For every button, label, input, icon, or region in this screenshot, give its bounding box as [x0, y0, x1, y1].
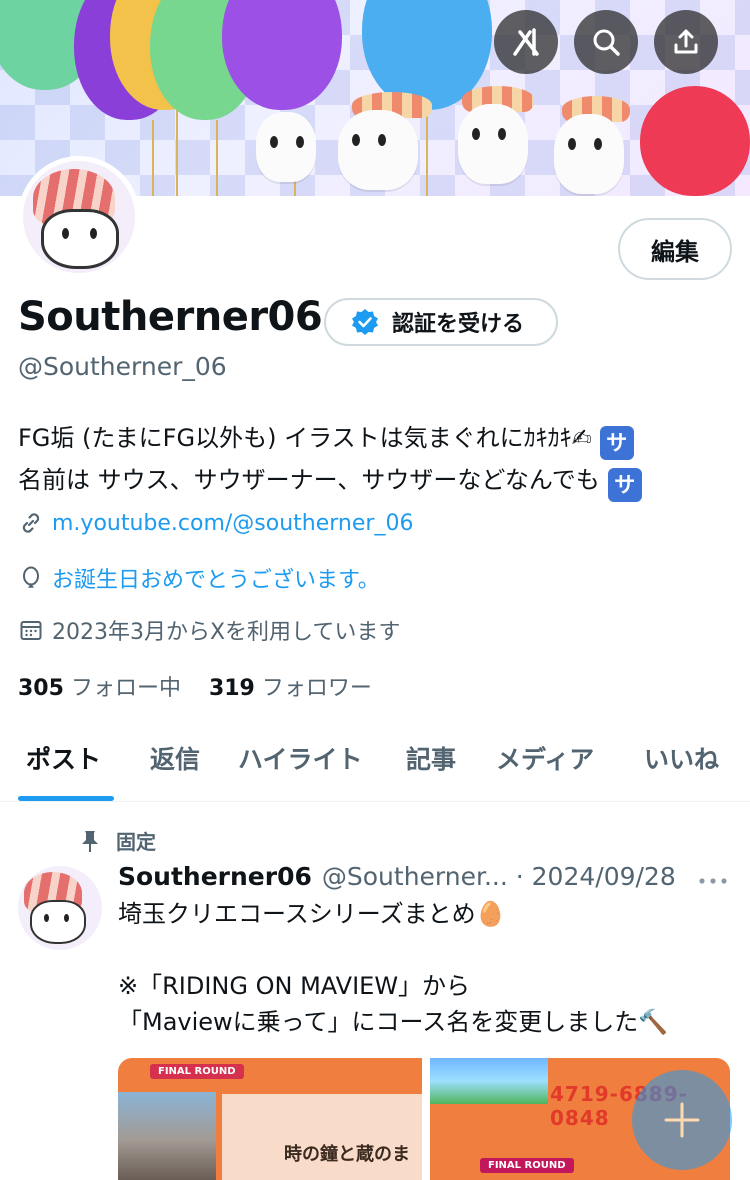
tab-posts[interactable]: ポスト: [26, 740, 101, 776]
tab-articles[interactable]: 記事: [406, 740, 456, 776]
avatar-face: [30, 900, 86, 944]
website-row: m.youtube.com/@southerner_06: [18, 510, 413, 536]
post-header: Southerner06 @Southerner... · 2024/09/28: [118, 862, 738, 891]
link-icon: [22, 513, 40, 533]
media-course-screenshot: [430, 1058, 548, 1104]
followers-label: フォロワー: [261, 676, 372, 701]
media-building-scene: [118, 1092, 216, 1180]
following-link[interactable]: 305 フォロー中: [18, 676, 181, 701]
post-author-handle-date[interactable]: @Southerner... · 2024/09/28: [322, 862, 676, 891]
followers-count: 319: [208, 676, 255, 701]
tab-replies[interactable]: 返信: [150, 740, 200, 776]
post-media-image-1[interactable]: FINAL ROUND 時の鐘と蔵のま: [118, 1058, 422, 1180]
bio-text-2: 名前は サウス、サウザーナー、サウザーなどなんでも: [18, 466, 600, 494]
character-figure: [458, 104, 528, 184]
active-tab-indicator: [18, 796, 114, 801]
profile-avatar[interactable]: [18, 156, 140, 278]
share-button[interactable]: [654, 10, 718, 74]
pinned-indicator: 固定: [80, 826, 156, 855]
tab-likes[interactable]: いいね: [644, 740, 719, 776]
media-course-title: 時の鐘と蔵のま: [284, 1144, 410, 1165]
character-figure: [554, 114, 624, 194]
verified-badge-icon: [352, 309, 378, 335]
grok-icon: [513, 28, 539, 56]
character-figure: [256, 112, 316, 182]
follow-stats: 305 フォロー中 319 フォロワー: [18, 670, 372, 702]
media-round-tag: FINAL ROUND: [480, 1158, 574, 1173]
grok-button[interactable]: [494, 10, 558, 74]
display-name: Southerner06: [18, 294, 323, 340]
character-figure: [338, 110, 418, 190]
pinned-label: 固定: [116, 830, 156, 854]
media-round-tag: FINAL ROUND: [150, 1064, 244, 1079]
calendar-icon: [20, 621, 42, 640]
balloon-string: [176, 110, 178, 196]
sa-badge-emoji: サ: [599, 426, 634, 460]
tab-highlights[interactable]: ハイライト: [238, 740, 363, 776]
tab-media[interactable]: メディア: [496, 740, 594, 776]
balloon-red: [640, 86, 750, 196]
joined-row: 2023年3月からXを利用しています: [18, 614, 400, 646]
profile-tabs: ポスト 返信 ハイライト 記事 メディア いいね: [0, 724, 750, 802]
joined-text: 2023年3月からXを利用しています: [52, 620, 401, 645]
following-label: フォロー中: [70, 676, 181, 701]
search-button[interactable]: [574, 10, 638, 74]
search-icon: [593, 29, 620, 56]
post-text: 埼玉クリエコースシリーズまとめ🥚 ※「RIDING ON MAVIEW」から 「…: [118, 900, 669, 1036]
post-author-name[interactable]: Southerner06: [118, 862, 312, 891]
followers-link[interactable]: 319 フォロワー: [209, 676, 372, 701]
bio-line-1: FG垢 (たまにFG以外も) イラストは気まぐれにｶｷｶｷ✍ サ: [18, 418, 730, 460]
more-options-icon[interactable]: [698, 876, 728, 886]
post-author-avatar[interactable]: [18, 866, 102, 950]
share-icon: [674, 29, 698, 54]
following-count: 305: [18, 676, 64, 701]
birthday-row: お誕生日おめでとうございます。: [18, 562, 380, 594]
balloon-icon: [23, 566, 39, 588]
compose-post-button[interactable]: [632, 1070, 732, 1170]
verify-label: 認証を受ける: [392, 312, 525, 337]
birthday-text: お誕生日おめでとうございます。: [52, 568, 380, 593]
writing-hand-emoji: ✍: [571, 424, 592, 452]
bio-line-2: 名前は サウス、サウザーナー、サウザーなどなんでもサ: [18, 460, 730, 502]
avatar-face: [41, 209, 119, 269]
edit-profile-button[interactable]: 編集: [618, 218, 732, 280]
media-info-panel: [222, 1094, 422, 1180]
balloon-string: [152, 120, 154, 196]
plus-icon: [664, 1102, 700, 1138]
pin-icon: [82, 830, 98, 852]
sa-badge-emoji: サ: [607, 468, 642, 502]
profile-bio: FG垢 (たまにFG以外も) イラストは気まぐれにｶｷｶｷ✍ サ 名前は サウス、…: [18, 418, 730, 502]
bio-text-1: FG垢 (たまにFG以外も) イラストは気まぐれにｶｷｶｷ: [18, 424, 572, 452]
website-link[interactable]: m.youtube.com/@southerner_06: [52, 511, 413, 536]
profile-handle: @Southerner_06: [18, 352, 227, 381]
get-verified-button[interactable]: 認証を受ける: [324, 298, 558, 346]
balloon-string: [216, 120, 218, 196]
